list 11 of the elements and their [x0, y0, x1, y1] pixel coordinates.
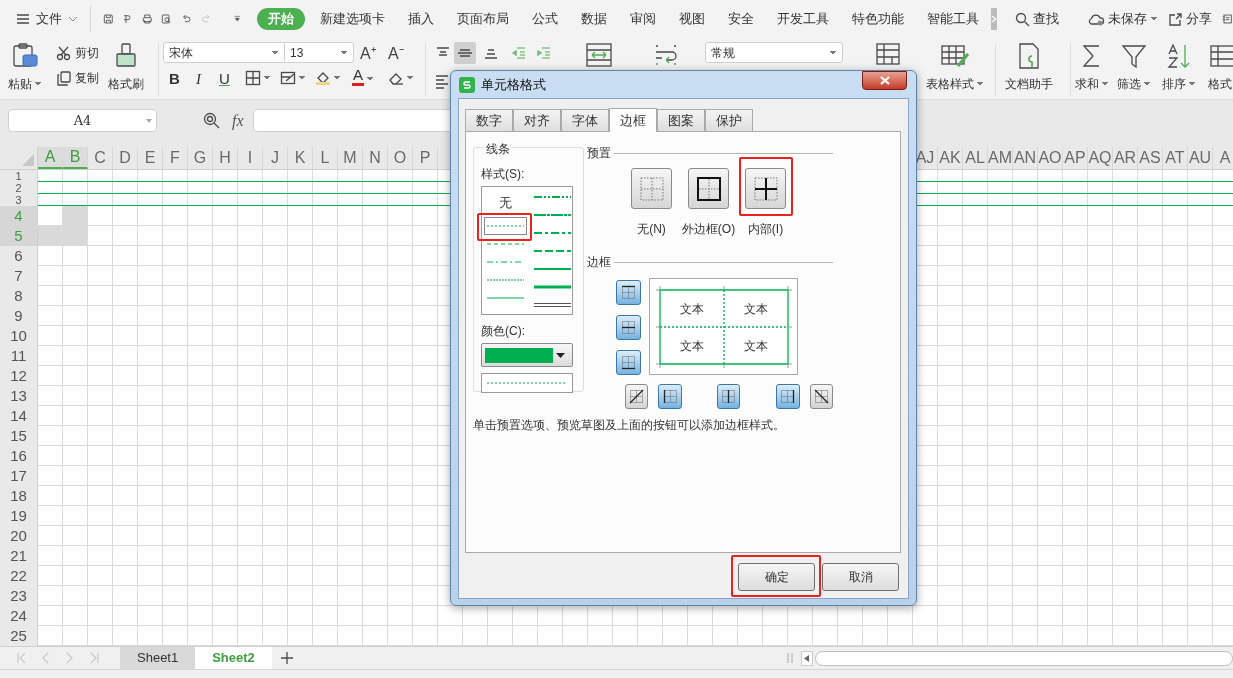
hint-text: 单击预置选项、预览草图及上面的按钮可以添加边框样式。 — [473, 418, 786, 433]
field-label: 颜色(C): — [481, 324, 526, 338]
group-title: 线条 — [484, 140, 512, 158]
section-title: 预置 — [587, 146, 611, 160]
preset-label: 无(N) — [637, 221, 666, 238]
preset-label: 外边框(O) — [681, 221, 736, 238]
preset-label: 内部(I) — [747, 221, 784, 238]
function-label: fx — [232, 110, 244, 132]
field-label: 样式(S): — [481, 167, 526, 181]
section-title: 边框 — [587, 255, 611, 269]
window-title: 单元格格式 — [481, 75, 546, 94]
